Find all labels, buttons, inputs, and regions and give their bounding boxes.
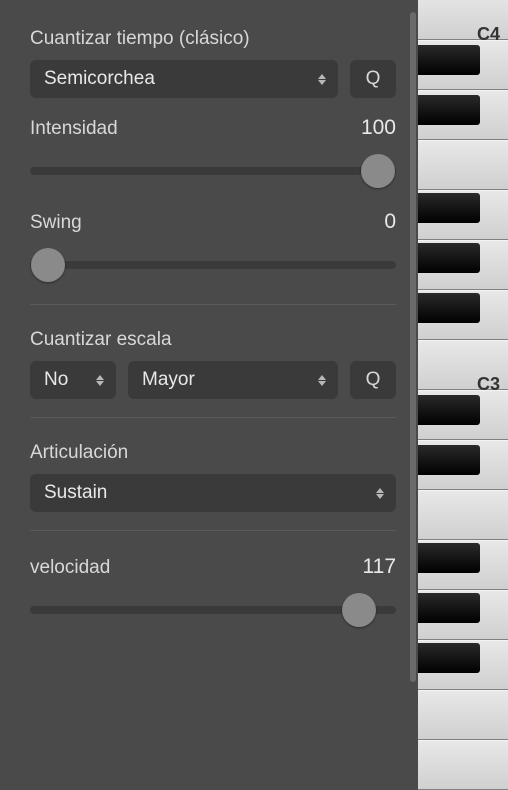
velocity-value: 117 [363,555,396,579]
octave-label-c4: C4 [477,24,500,45]
slider-thumb[interactable] [342,593,376,627]
velocity-label: velocidad [30,557,110,579]
black-key[interactable] [418,293,480,323]
white-key[interactable] [418,690,508,740]
scrollbar[interactable] [410,12,416,682]
black-key[interactable] [418,543,480,573]
black-key[interactable] [418,243,480,273]
black-key[interactable] [418,445,480,475]
octave-label-c3: C3 [477,374,500,395]
swing-slider[interactable] [30,248,396,282]
swing-header: Swing 0 [30,210,396,234]
quantize-scale-enabled-value: No [44,369,68,391]
quantize-scale-row: No Mayor Q [30,361,396,399]
quantize-time-row: Semicorchea Q [30,60,396,98]
divider [30,304,396,305]
quantize-scale-mode-select[interactable]: Mayor [128,361,338,399]
velocity-header: velocidad 117 [30,555,396,579]
inspector-panel: Cuantizar tiempo (clásico) Semicorchea Q… [0,0,418,708]
slider-track [30,261,396,269]
quantize-time-q-button[interactable]: Q [350,60,396,98]
white-key[interactable] [418,490,508,540]
swing-label: Swing [30,212,82,234]
swing-value: 0 [384,210,396,234]
white-key[interactable] [418,740,508,790]
articulation-select[interactable]: Sustain [30,474,396,512]
quantize-scale-enabled-select[interactable]: No [30,361,116,399]
articulation-value: Sustain [44,482,107,504]
intensity-slider[interactable] [30,154,396,188]
velocity-slider[interactable] [30,593,396,627]
black-key[interactable] [418,643,480,673]
chevron-up-down-icon [318,372,328,388]
slider-thumb[interactable] [31,248,65,282]
quantize-scale-label: Cuantizar escala [30,329,396,351]
divider [30,417,396,418]
black-key[interactable] [418,593,480,623]
black-key[interactable] [418,193,480,223]
intensity-header: Intensidad 100 [30,116,396,140]
quantize-scale-q-button[interactable]: Q [350,361,396,399]
articulation-row: Sustain [30,474,396,512]
chevron-up-down-icon [96,372,106,388]
intensity-label: Intensidad [30,118,118,140]
chevron-up-down-icon [376,485,386,501]
articulation-label: Articulación [30,442,396,464]
black-key[interactable] [418,395,480,425]
quantize-time-value: Semicorchea [44,68,155,90]
white-key[interactable] [418,140,508,190]
slider-thumb[interactable] [361,154,395,188]
piano-keyboard[interactable]: C4 C3 [418,0,508,708]
intensity-value: 100 [361,116,396,140]
quantize-time-select[interactable]: Semicorchea [30,60,338,98]
chevron-up-down-icon [318,71,328,87]
black-key[interactable] [418,45,480,75]
quantize-scale-mode-value: Mayor [142,369,195,391]
slider-track [30,606,396,614]
black-key[interactable] [418,95,480,125]
divider [30,530,396,531]
quantize-time-label: Cuantizar tiempo (clásico) [30,28,396,50]
slider-track [30,167,396,175]
